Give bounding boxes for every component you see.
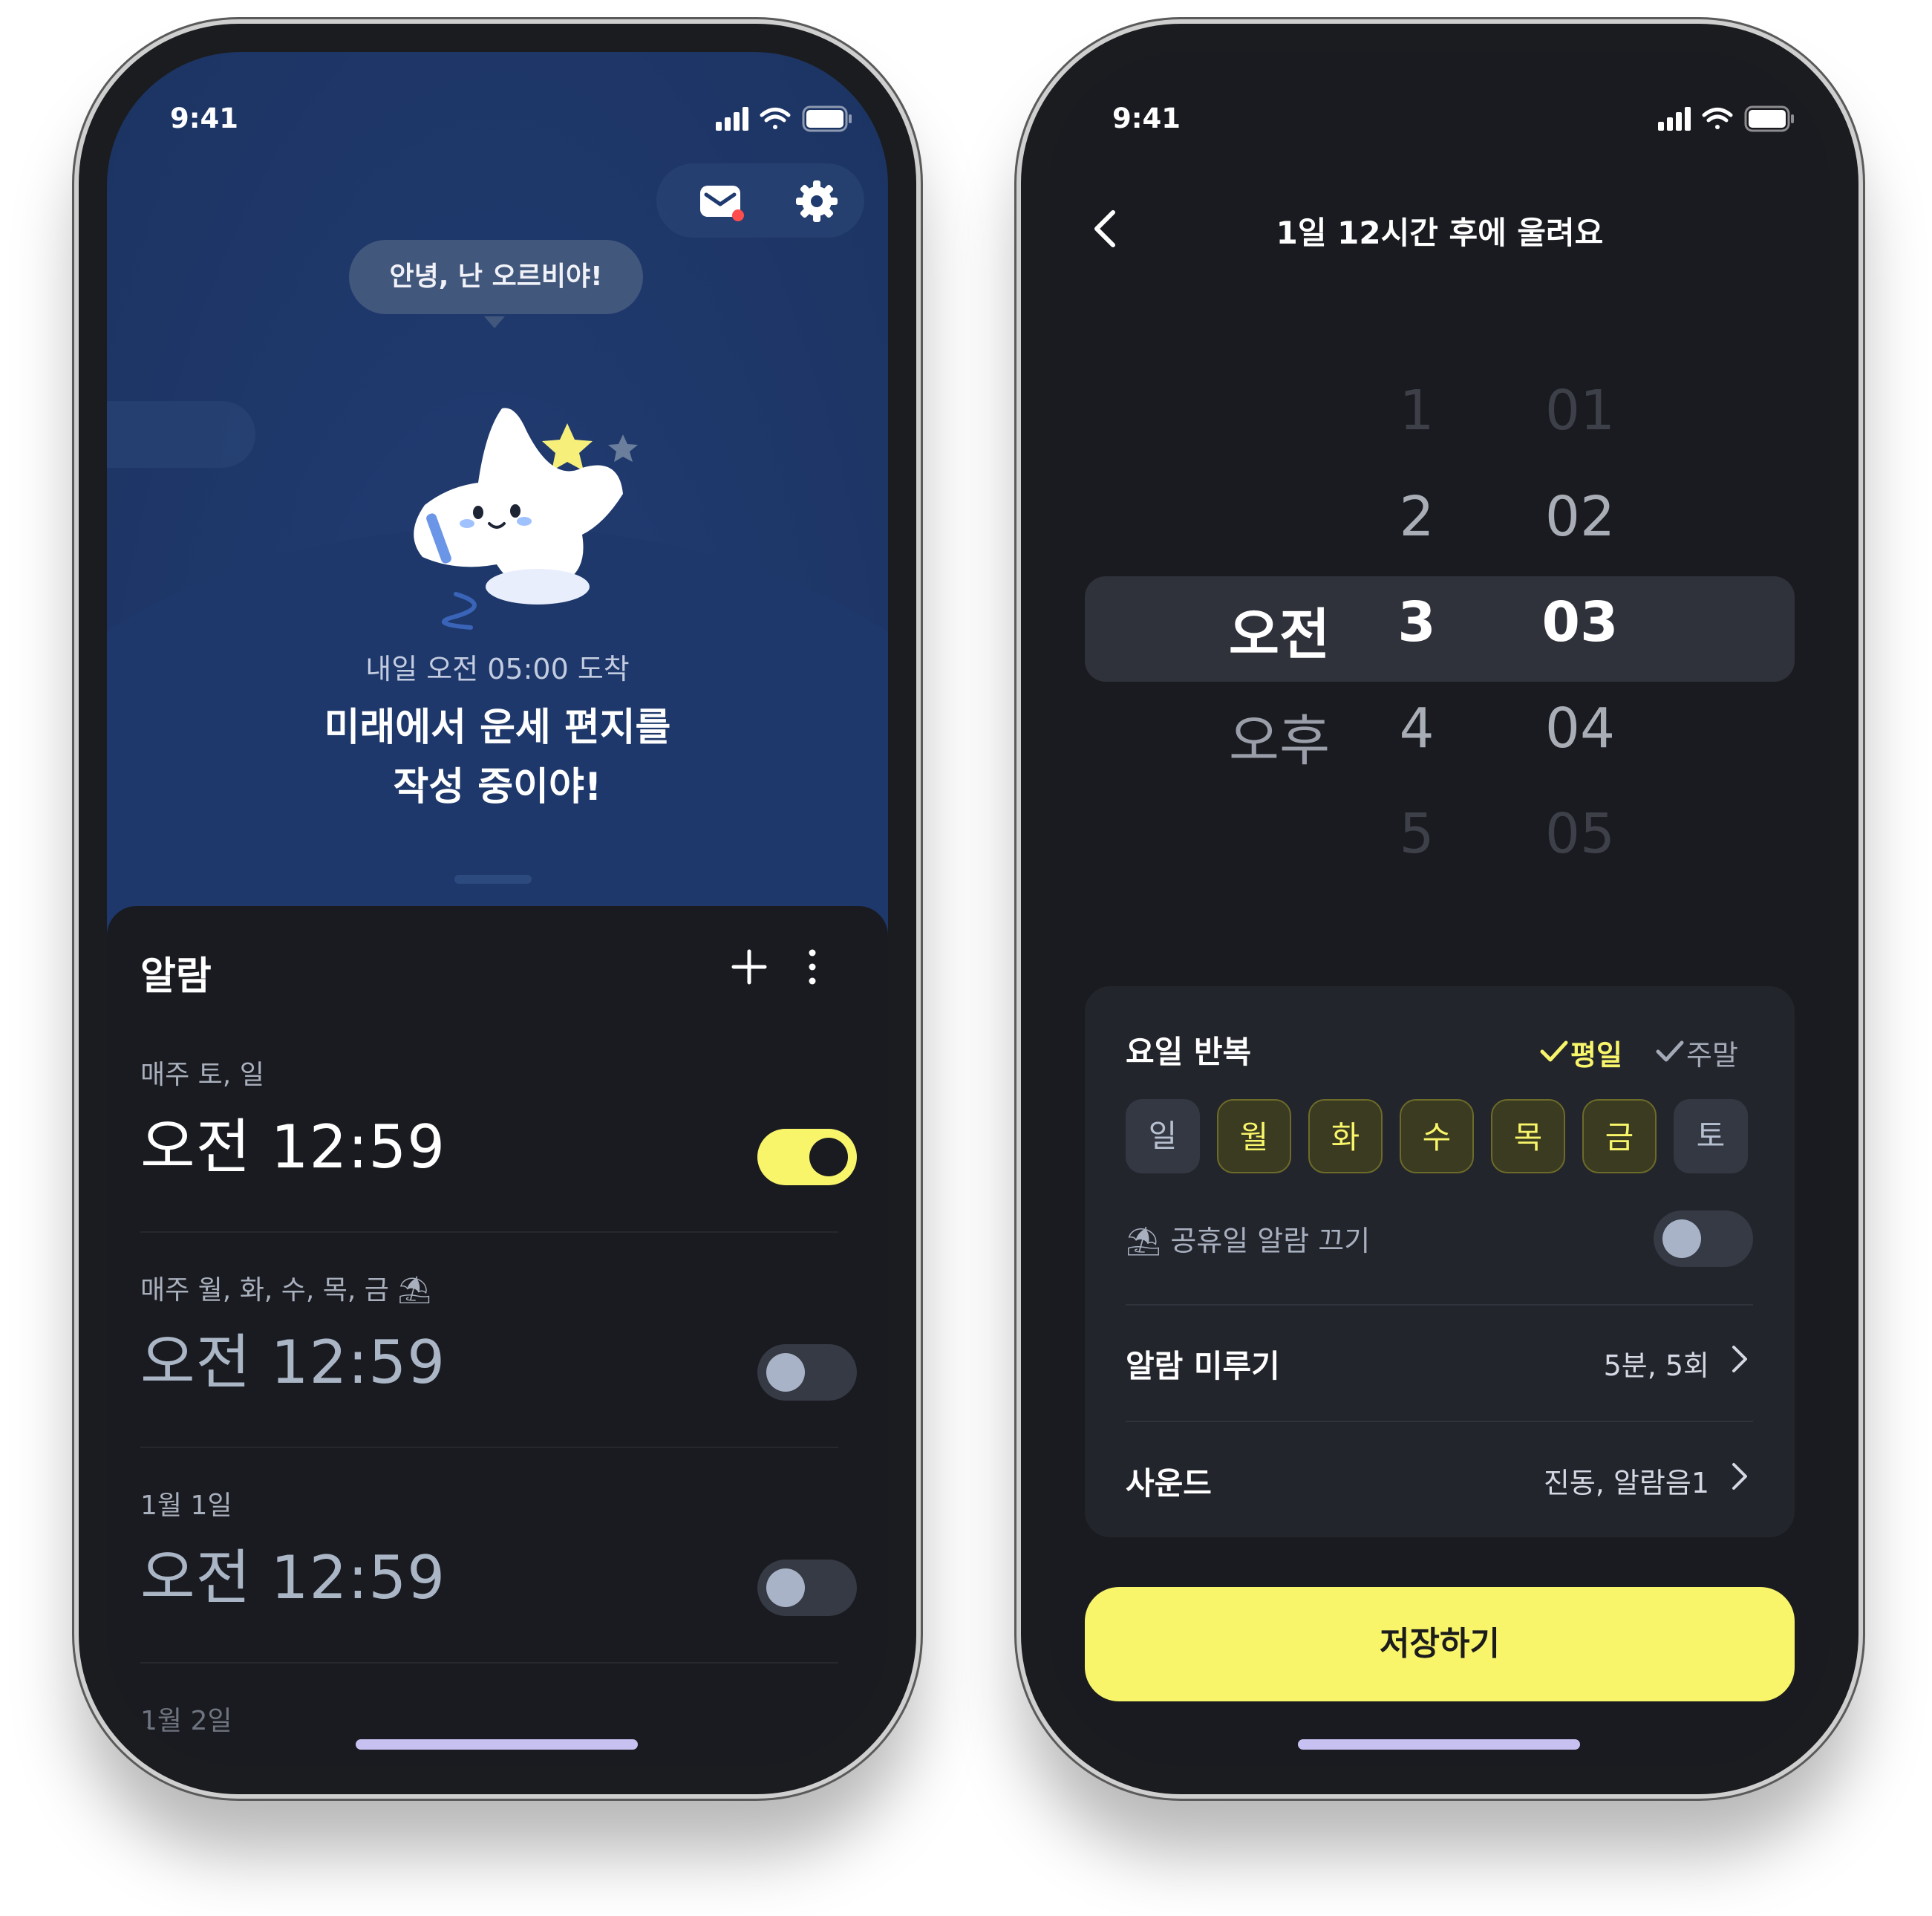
alarm-toggle[interactable] bbox=[757, 1560, 857, 1616]
status-time: 9:41 bbox=[1112, 102, 1181, 134]
alarm-section-title: 알람 bbox=[140, 954, 212, 999]
status-icons bbox=[1658, 105, 1794, 132]
alarm-repeat-text: 1월 2일 bbox=[140, 1706, 232, 1736]
home-indicator bbox=[356, 1739, 638, 1750]
row-divider bbox=[1126, 1304, 1753, 1306]
gear-icon[interactable] bbox=[792, 177, 841, 226]
status-headline: 미래에서 운세 편지를 작성 중이야! bbox=[107, 698, 888, 817]
picker-minute-selected[interactable]: 03 bbox=[1502, 590, 1658, 654]
alarm-time: 오전 12:59 bbox=[140, 1328, 446, 1397]
sound-value: 진동, 알람음1 bbox=[1543, 1467, 1709, 1499]
status-icons bbox=[716, 105, 852, 132]
speech-bubble: 안녕, 난 오르비야! bbox=[349, 240, 643, 314]
day-chip-fri[interactable]: 금 bbox=[1582, 1099, 1657, 1173]
alarm-item[interactable]: 1월 2일 bbox=[140, 1664, 838, 1766]
alarm-item[interactable]: 매주 월, 화, 수, 목, 금 ⛱ 오전 12:59 bbox=[140, 1233, 857, 1448]
check-icon bbox=[1540, 1040, 1568, 1062]
alarm-settings-card: 요일 반복 평일 주말 일 월 화 수 목 금 토 ⛱ 공휴일 알람 끄기 알람… bbox=[1085, 986, 1795, 1537]
alarm-item[interactable]: 1월 1일 오전 12:59 bbox=[140, 1448, 857, 1664]
alarm-toggle[interactable] bbox=[757, 1129, 857, 1185]
page-title: 1일 12시간 후에 울려요 bbox=[1276, 215, 1604, 251]
picker-minute-option[interactable]: 02 bbox=[1502, 485, 1658, 549]
picker-hour-option[interactable]: 5 bbox=[1365, 802, 1469, 866]
phone-frame-right: 9:41 1일 12시간 후에 울려요 오전 오후 1 2 3 4 5 01 0… bbox=[1021, 24, 1858, 1794]
sheet-drag-handle[interactable] bbox=[454, 875, 532, 884]
weekday-option[interactable]: 평일 bbox=[1570, 1032, 1622, 1073]
snooze-label: 알람 미루기 bbox=[1126, 1348, 1280, 1384]
day-chip-sun[interactable]: 일 bbox=[1126, 1099, 1200, 1173]
day-chip-tue[interactable]: 화 bbox=[1308, 1099, 1383, 1173]
picker-minute-option[interactable]: 01 bbox=[1502, 379, 1658, 443]
mascot-hero: 안녕, 난 오르비야! 내일 오전 05:00 도착 미래에서 운세 편지를 작 bbox=[107, 52, 888, 1196]
toggle-knob bbox=[766, 1568, 805, 1607]
toggle-knob bbox=[809, 1138, 848, 1176]
arrival-time-text: 내일 오전 05:00 도착 bbox=[365, 653, 630, 685]
day-chip-thu[interactable]: 목 bbox=[1491, 1099, 1565, 1173]
more-icon[interactable] bbox=[801, 947, 823, 987]
signal-icon bbox=[1658, 107, 1691, 131]
toggle-knob bbox=[766, 1353, 805, 1392]
battery-icon bbox=[802, 105, 852, 132]
alarm-sheet: 알람 매주 토, 일 오전 12:59 매주 월, 화, 수, 목, 금 ⛱ 오… bbox=[107, 906, 888, 1766]
alarm-time: 오전 12:59 bbox=[140, 1543, 446, 1612]
picker-minute-option[interactable]: 04 bbox=[1502, 697, 1658, 760]
screen-alarm-edit: 9:41 1일 12시간 후에 울려요 오전 오후 1 2 3 4 5 01 0… bbox=[1049, 52, 1830, 1766]
picker-hour-option[interactable]: 4 bbox=[1365, 697, 1469, 760]
alarm-toggle[interactable] bbox=[757, 1344, 857, 1401]
holiday-off-label: ⛱ 공휴일 알람 끄기 bbox=[1126, 1225, 1371, 1257]
home-indicator bbox=[1298, 1739, 1580, 1750]
headline-line-1: 미래에서 운세 편지를 bbox=[324, 706, 671, 750]
alarm-repeat-text: 1월 1일 bbox=[140, 1490, 232, 1521]
chevron-right-icon bbox=[1732, 1463, 1747, 1490]
battery-icon bbox=[1744, 105, 1794, 132]
mail-icon[interactable] bbox=[697, 178, 746, 227]
repeat-label: 요일 반복 bbox=[1126, 1034, 1252, 1070]
picker-hour-option[interactable]: 1 bbox=[1365, 379, 1469, 443]
row-divider bbox=[1126, 1421, 1753, 1422]
picker-minute-option[interactable]: 05 bbox=[1502, 802, 1658, 866]
picker-ampm-option[interactable]: 오후 bbox=[1190, 697, 1368, 776]
alarm-item[interactable]: 매주 토, 일 오전 12:59 bbox=[140, 1017, 857, 1233]
wifi-icon bbox=[1702, 108, 1733, 129]
picker-hour-selected[interactable]: 3 bbox=[1365, 590, 1469, 654]
status-time: 9:41 bbox=[170, 102, 239, 134]
picker-hour-option[interactable]: 2 bbox=[1365, 485, 1469, 549]
alarm-repeat-text: 매주 월, 화, 수, 목, 금 ⛱ bbox=[140, 1275, 431, 1306]
snooze-value: 5분, 5회 bbox=[1603, 1349, 1709, 1382]
picker-ampm-selected[interactable]: 오전 bbox=[1190, 590, 1368, 670]
day-chip-mon[interactable]: 월 bbox=[1217, 1099, 1291, 1173]
speech-bubble-tail bbox=[484, 316, 505, 328]
save-button[interactable]: 저장하기 bbox=[1085, 1587, 1795, 1701]
check-icon bbox=[1656, 1040, 1684, 1062]
phone-frame-left: 9:41 안녕, 난 오르비야! 내일 오전 05:00 도착 미래에서 운세 … bbox=[79, 24, 916, 1794]
plus-icon[interactable] bbox=[729, 947, 769, 987]
toggle-knob bbox=[1662, 1219, 1701, 1258]
alarm-time: 오전 12:59 bbox=[140, 1112, 446, 1182]
chevron-right-icon bbox=[1732, 1346, 1747, 1372]
status-bar: 9:41 bbox=[107, 52, 888, 149]
day-chip-wed[interactable]: 수 bbox=[1400, 1099, 1474, 1173]
weekend-option[interactable]: 주말 bbox=[1686, 1032, 1738, 1073]
holiday-off-toggle[interactable] bbox=[1654, 1210, 1753, 1267]
star-mascot-illustration bbox=[414, 408, 638, 630]
day-chip-sat[interactable]: 토 bbox=[1674, 1099, 1748, 1173]
alarm-repeat-text: 매주 토, 일 bbox=[140, 1060, 264, 1090]
headline-line-2: 작성 중이야! bbox=[393, 765, 602, 809]
signal-icon bbox=[716, 107, 748, 131]
screen-alarm-list: 9:41 안녕, 난 오르비야! 내일 오전 05:00 도착 미래에서 운세 … bbox=[107, 52, 888, 1766]
status-bar: 9:41 bbox=[1049, 52, 1830, 149]
cloud-decoration bbox=[107, 401, 255, 468]
wifi-icon bbox=[760, 108, 791, 129]
sound-label: 사운드 bbox=[1126, 1465, 1212, 1502]
